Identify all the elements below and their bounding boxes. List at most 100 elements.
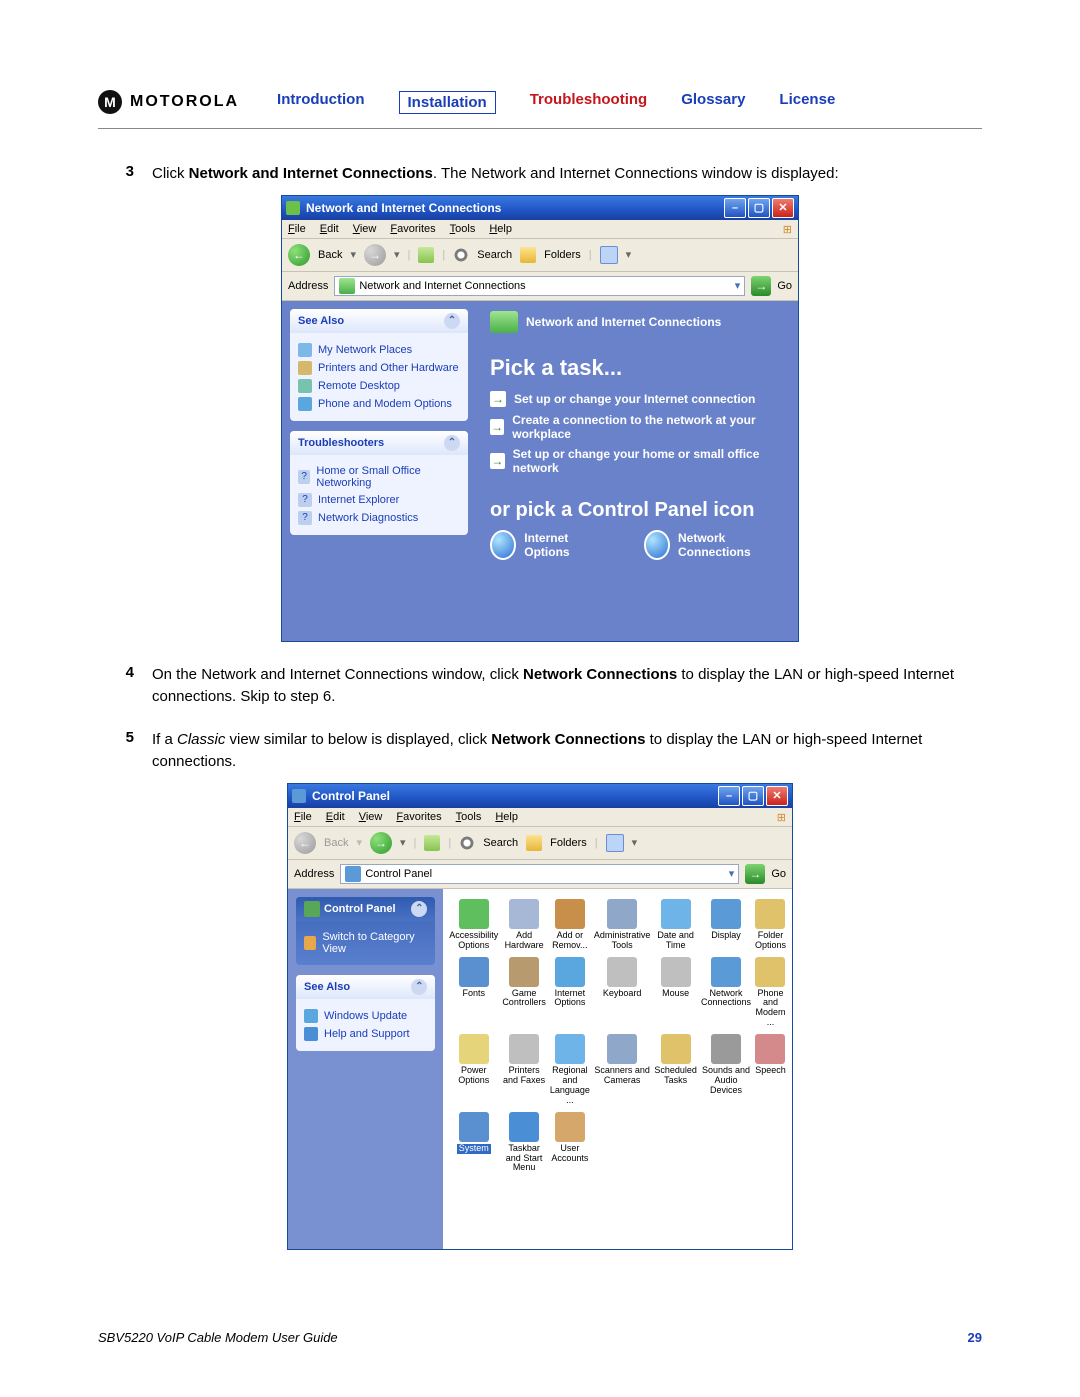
cp-item-administrative-tools[interactable]: Administrative Tools <box>594 899 651 951</box>
cp-item-keyboard[interactable]: Keyboard <box>594 957 651 1029</box>
cp-icon-internet-options[interactable]: Internet Options <box>490 530 604 560</box>
see-also-link[interactable]: Phone and Modem Options <box>298 397 460 411</box>
menu-favorites[interactable]: Favorites <box>390 223 435 235</box>
cp-item-display[interactable]: Display <box>701 899 751 951</box>
menubar[interactable]: FileEditViewFavoritesToolsHelp⊞ <box>282 220 798 239</box>
collapse-icon[interactable]: ⌃ <box>444 435 460 451</box>
panel-header[interactable]: Control Panel ⌃ <box>296 897 435 921</box>
chevron-down-icon[interactable]: ▾ <box>729 867 735 880</box>
views-icon[interactable] <box>606 834 624 852</box>
cp-item-internet-options[interactable]: Internet Options <box>550 957 590 1029</box>
menu-view[interactable]: View <box>353 223 377 235</box>
menu-tools[interactable]: Tools <box>456 811 482 823</box>
see-also-link[interactable]: Remote Desktop <box>298 379 460 393</box>
minimize-button[interactable]: – <box>724 198 746 218</box>
cp-item-game-controllers[interactable]: Game Controllers <box>502 957 546 1029</box>
minimize-button[interactable]: – <box>718 786 740 806</box>
step-number: 3 <box>98 163 152 185</box>
menu-edit[interactable]: Edit <box>326 811 345 823</box>
collapse-icon[interactable]: ⌃ <box>411 901 427 917</box>
cp-item-accessibility-options[interactable]: Accessibility Options <box>449 899 498 951</box>
cp-item-taskbar-and-start-menu[interactable]: Taskbar and Start Menu <box>502 1112 546 1174</box>
nav-troubleshooting[interactable]: Troubleshooting <box>530 91 648 114</box>
see-also-link[interactable]: Printers and Other Hardware <box>298 361 460 375</box>
chevron-down-icon[interactable]: ▾ <box>735 279 741 292</box>
text-bold: Network Connections <box>491 731 645 748</box>
collapse-icon[interactable]: ⌃ <box>444 313 460 329</box>
cp-item-network-connections[interactable]: Network Connections <box>701 957 751 1029</box>
item-label: Scanners and Cameras <box>594 1066 651 1086</box>
nav-license[interactable]: License <box>779 91 835 114</box>
troubleshooter-link[interactable]: ?Internet Explorer <box>298 493 460 507</box>
cp-icon-network-connections[interactable]: Network Connections <box>644 530 784 560</box>
item-label: Mouse <box>662 989 689 999</box>
nav-introduction[interactable]: Introduction <box>277 91 364 114</box>
cp-item-phone-and-modem[interactable]: Phone and Modem ... <box>755 957 786 1029</box>
go-button[interactable]: → <box>745 864 765 884</box>
menu-help[interactable]: Help <box>489 223 512 235</box>
switch-view-link[interactable]: Switch to Category View <box>304 931 427 955</box>
up-icon[interactable] <box>418 247 434 263</box>
see-also-link[interactable]: My Network Places <box>298 343 460 357</box>
troubleshooter-link[interactable]: ?Home or Small Office Networking <box>298 465 460 489</box>
address-icon <box>345 866 361 882</box>
cp-item-folder-options[interactable]: Folder Options <box>755 899 786 951</box>
cp-item-system[interactable]: System <box>449 1112 498 1174</box>
search-icon[interactable] <box>459 835 475 851</box>
panel-header[interactable]: Troubleshooters ⌃ <box>290 431 468 455</box>
folders-icon[interactable] <box>526 835 542 851</box>
panel-header[interactable]: See Also ⌃ <box>290 309 468 333</box>
back-button[interactable]: ← <box>288 244 310 266</box>
cp-item-power-options[interactable]: Power Options <box>449 1034 498 1106</box>
cp-item-mouse[interactable]: Mouse <box>654 957 697 1029</box>
forward-button[interactable]: → <box>370 832 392 854</box>
folders-icon[interactable] <box>520 247 536 263</box>
maximize-button[interactable]: ▢ <box>748 198 770 218</box>
address-field[interactable]: Control Panel ▾ <box>340 864 739 884</box>
menu-edit[interactable]: Edit <box>320 223 339 235</box>
menu-file[interactable]: File <box>288 223 306 235</box>
go-button[interactable]: → <box>751 276 771 296</box>
close-button[interactable]: ✕ <box>766 786 788 806</box>
see-also-link[interactable]: Help and Support <box>304 1027 427 1041</box>
cp-item-add-or-remov[interactable]: Add or Remov... <box>550 899 590 951</box>
cp-item-date-and-time[interactable]: Date and Time <box>654 899 697 951</box>
cp-item-scheduled-tasks[interactable]: Scheduled Tasks <box>654 1034 697 1106</box>
side-column: See Also ⌃ My Network Places Printers and… <box>282 301 476 641</box>
nav-installation[interactable]: Installation <box>399 91 496 114</box>
close-button[interactable]: ✕ <box>772 198 794 218</box>
menubar[interactable]: FileEditViewFavoritesToolsHelp⊞ <box>288 808 792 827</box>
cp-item-add-hardware[interactable]: Add Hardware <box>502 899 546 951</box>
address-field[interactable]: Network and Internet Connections ▾ <box>334 276 745 296</box>
task-link[interactable]: →Set up or change your Internet connecti… <box>490 391 784 407</box>
panel-header[interactable]: See Also ⌃ <box>296 975 435 999</box>
task-link[interactable]: →Set up or change your home or small off… <box>490 447 784 475</box>
cp-item-regional-and-language[interactable]: Regional and Language ... <box>550 1034 590 1106</box>
cp-item-sounds-and-audio-devices[interactable]: Sounds and Audio Devices <box>701 1034 751 1106</box>
back-label: Back <box>324 837 348 849</box>
cp-item-fonts[interactable]: Fonts <box>449 957 498 1029</box>
item-icon <box>661 1034 691 1064</box>
titlebar[interactable]: Network and Internet Connections – ▢ ✕ <box>282 196 798 220</box>
address-value: Control Panel <box>365 868 432 880</box>
search-icon[interactable] <box>453 247 469 263</box>
troubleshooter-link[interactable]: ?Network Diagnostics <box>298 511 460 525</box>
cp-item-printers-and-faxes[interactable]: Printers and Faxes <box>502 1034 546 1106</box>
task-link[interactable]: →Create a connection to the network at y… <box>490 413 784 441</box>
see-also-link[interactable]: Windows Update <box>304 1009 427 1023</box>
menu-help[interactable]: Help <box>495 811 518 823</box>
menu-view[interactable]: View <box>359 811 383 823</box>
cp-item-user-accounts[interactable]: User Accounts <box>550 1112 590 1174</box>
up-icon[interactable] <box>424 835 440 851</box>
maximize-button[interactable]: ▢ <box>742 786 764 806</box>
nav-glossary[interactable]: Glossary <box>681 91 745 114</box>
views-icon[interactable] <box>600 246 618 264</box>
titlebar[interactable]: Control Panel – ▢ ✕ <box>288 784 792 808</box>
forward-button[interactable]: → <box>364 244 386 266</box>
cp-item-speech[interactable]: Speech <box>755 1034 786 1106</box>
cp-item-scanners-and-cameras[interactable]: Scanners and Cameras <box>594 1034 651 1106</box>
collapse-icon[interactable]: ⌃ <box>411 979 427 995</box>
menu-file[interactable]: File <box>294 811 312 823</box>
menu-tools[interactable]: Tools <box>450 223 476 235</box>
menu-favorites[interactable]: Favorites <box>396 811 441 823</box>
